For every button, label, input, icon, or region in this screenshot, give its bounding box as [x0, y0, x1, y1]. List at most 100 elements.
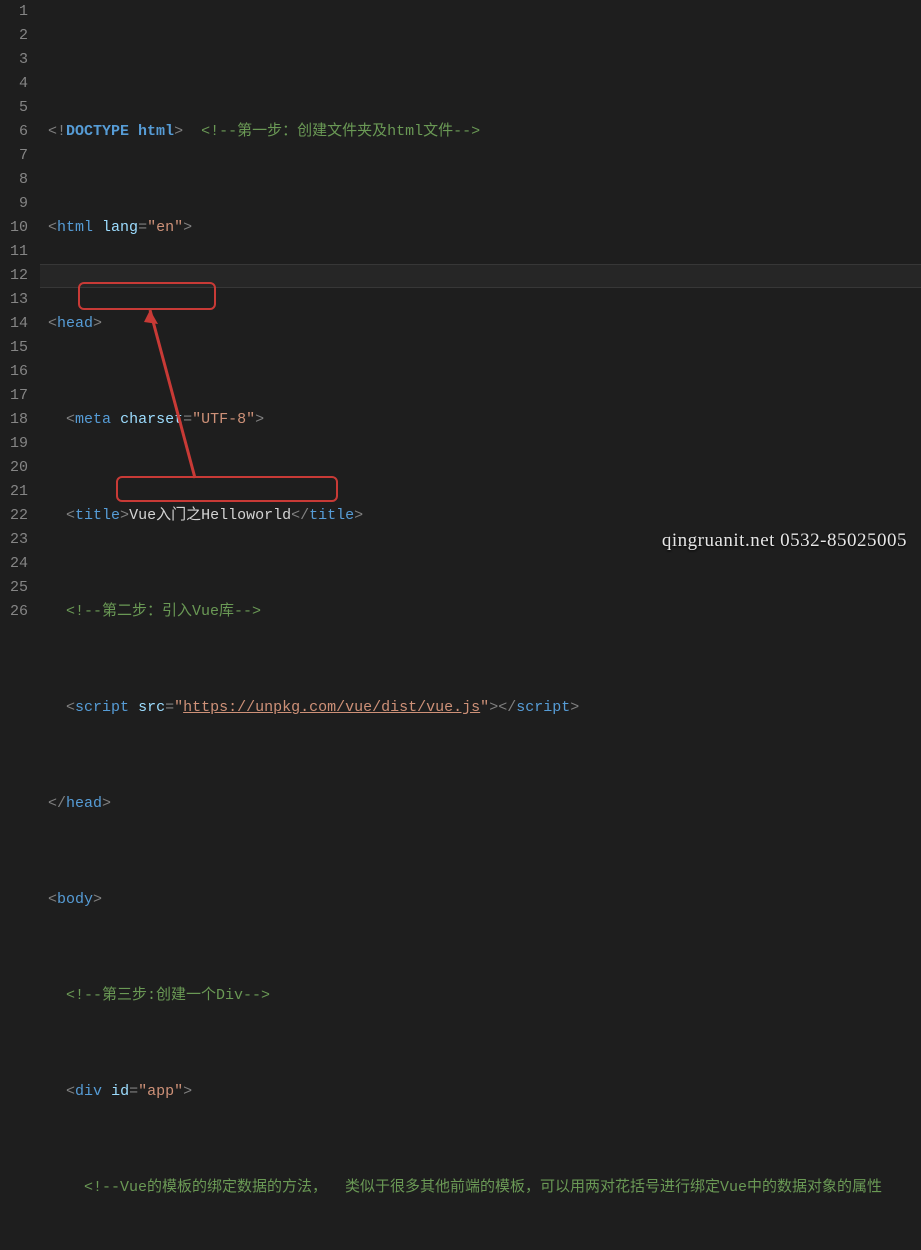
line-number: 4 [0, 72, 28, 96]
tag: html [57, 219, 93, 236]
punct: < [48, 315, 57, 332]
punct: > [102, 795, 111, 812]
space [129, 699, 138, 716]
line-number: 8 [0, 168, 28, 192]
code-line[interactable]: <div id="app"> [40, 1080, 921, 1104]
punct: < [66, 507, 75, 524]
attr: charset [120, 411, 183, 428]
punct: < [66, 1083, 75, 1100]
quote: " [138, 1083, 147, 1100]
comment: <!--Vue的模板的绑定数据的方法， 类似于很多其他前端的模板，可以用两对花括… [84, 1179, 882, 1196]
line-number: 23 [0, 528, 28, 552]
punct: > [183, 219, 192, 236]
attr-value: app [147, 1083, 174, 1100]
punct: > [570, 699, 579, 716]
current-line-highlight [40, 264, 921, 288]
line-number: 15 [0, 336, 28, 360]
line-number: 10 [0, 216, 28, 240]
space [93, 219, 102, 236]
line-number: 5 [0, 96, 28, 120]
code-line[interactable]: <body> [40, 888, 921, 912]
line-number: 25 [0, 576, 28, 600]
line-number: 22 [0, 504, 28, 528]
line-number: 6 [0, 120, 28, 144]
attr: lang [102, 219, 138, 236]
space [102, 1083, 111, 1100]
quote: " [147, 219, 156, 236]
code-line[interactable]: <meta charset="UTF-8"> [40, 408, 921, 432]
tag: head [57, 315, 93, 332]
punct: > [354, 507, 363, 524]
punct: = [138, 219, 147, 236]
tag: script [516, 699, 570, 716]
punct: = [129, 1083, 138, 1100]
code-line[interactable]: <html lang="en"> [40, 216, 921, 240]
line-number: 11 [0, 240, 28, 264]
line-number: 26 [0, 600, 28, 624]
tag: title [309, 507, 354, 524]
code-line[interactable]: <!--第二步：引入Vue库--> [40, 600, 921, 624]
comment: <!--第二步：引入Vue库--> [66, 603, 261, 620]
line-number: 24 [0, 552, 28, 576]
code-line[interactable]: <script src="https://unpkg.com/vue/dist/… [40, 696, 921, 720]
punct: < [66, 699, 75, 716]
line-number: 20 [0, 456, 28, 480]
code-line[interactable]: <title>Vue入门之Helloworld</title> [40, 504, 921, 528]
code-line[interactable]: <head> [40, 312, 921, 336]
code-editor[interactable]: 1 2 3 4 5 6 7 8 9 10 11 12 13 14 15 16 1… [0, 0, 921, 625]
line-number: 1 [0, 0, 28, 24]
punct: <! [48, 123, 66, 140]
tag: head [66, 795, 102, 812]
punct: </ [498, 699, 516, 716]
line-number: 18 [0, 408, 28, 432]
space [111, 411, 120, 428]
line-number: 17 [0, 384, 28, 408]
line-number: 13 [0, 288, 28, 312]
quote: " [174, 699, 183, 716]
quote: " [246, 411, 255, 428]
comment: <!--第三步:创建一个Div--> [66, 987, 270, 1004]
punct: </ [291, 507, 309, 524]
punct: > [489, 699, 498, 716]
code-line[interactable]: </head> [40, 792, 921, 816]
quote: " [480, 699, 489, 716]
attr-value: UTF-8 [201, 411, 246, 428]
line-number: 14 [0, 312, 28, 336]
code-area[interactable]: <!DOCTYPE html> <!--第一步：创建文件夹及html文件--> … [40, 0, 921, 625]
code-line[interactable]: <!DOCTYPE html> <!--第一步：创建文件夹及html文件--> [40, 120, 921, 144]
code-line[interactable]: <!--第三步:创建一个Div--> [40, 984, 921, 1008]
punct: > [183, 1083, 192, 1100]
tag: div [75, 1083, 102, 1100]
punct: = [165, 699, 174, 716]
code-line[interactable]: <!--Vue的模板的绑定数据的方法， 类似于很多其他前端的模板，可以用两对花括… [40, 1176, 921, 1200]
tag: script [75, 699, 129, 716]
line-number: 12 [0, 264, 28, 288]
line-number: 2 [0, 24, 28, 48]
tag: meta [75, 411, 111, 428]
line-number: 21 [0, 480, 28, 504]
line-number: 16 [0, 360, 28, 384]
tag: body [57, 891, 93, 908]
doctype: DOCTYPE [66, 123, 129, 140]
line-number: 9 [0, 192, 28, 216]
punct: > [255, 411, 264, 428]
punct: </ [48, 795, 66, 812]
quote: " [174, 1083, 183, 1100]
quote: " [174, 219, 183, 236]
punct: > [93, 891, 102, 908]
line-number-gutter: 1 2 3 4 5 6 7 8 9 10 11 12 13 14 15 16 1… [0, 0, 40, 625]
doctype-html: html [138, 123, 174, 140]
attr-value-url: https://unpkg.com/vue/dist/vue.js [183, 699, 480, 716]
punct: = [183, 411, 192, 428]
punct: > [120, 507, 129, 524]
tag: title [75, 507, 120, 524]
comment: <!--第一步：创建文件夹及html文件--> [201, 123, 480, 140]
punct: > [93, 315, 102, 332]
line-number: 3 [0, 48, 28, 72]
attr: src [138, 699, 165, 716]
punct: < [66, 411, 75, 428]
line-number: 7 [0, 144, 28, 168]
line-number: 19 [0, 432, 28, 456]
attr-value: en [156, 219, 174, 236]
space [129, 123, 138, 140]
